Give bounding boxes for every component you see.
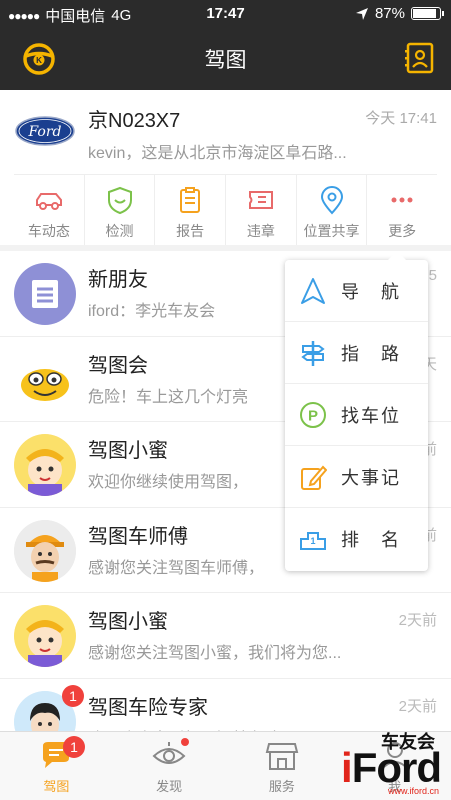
conversation-preview: 感谢您关注驾图小蜜，我们将为您... <box>88 645 342 662</box>
action-more[interactable]: 更多 <box>367 175 437 245</box>
ranking-podium-icon: 1 <box>300 532 326 550</box>
car-icon <box>35 193 62 210</box>
more-dots-icon <box>391 197 413 203</box>
action-inspection[interactable]: 检测 <box>85 175 156 245</box>
car-message: kevin，这是从北京市海淀区阜石路... <box>88 145 347 162</box>
svg-text:Ford: Ford <box>27 124 61 140</box>
new-dot <box>180 738 189 746</box>
conversation-name: 驾图小蜜 <box>88 440 168 462</box>
eye-icon <box>152 742 186 764</box>
action-car-status[interactable]: 车动态 <box>14 175 85 245</box>
menu-item-directions[interactable]: 指 路 <box>285 322 428 384</box>
conversation-name: 驾图车险专家 <box>88 696 208 719</box>
mechanic-avatar <box>14 519 76 582</box>
tab-discover[interactable]: 发现 <box>113 732 226 800</box>
conversation-time: 2天前 <box>398 612 437 629</box>
status-bar: ●●●●● 中国电信 4G 17:47 87% <box>0 0 451 28</box>
clipboard-icon <box>180 187 201 213</box>
battery-percent: 87% <box>374 5 405 22</box>
watermark-brand: iFord <box>341 744 442 791</box>
tab-jiatu[interactable]: 驾图 1 <box>0 732 113 800</box>
parking-icon: P <box>300 401 326 428</box>
conversation-time: 5 <box>428 267 437 284</box>
signpost-icon <box>301 340 325 366</box>
action-location-share[interactable]: 位置共享 <box>297 175 368 245</box>
list-item[interactable]: 驾图小蜜 2天前 感谢您关注驾图小蜜，我们将为您... <box>0 593 451 679</box>
conversation-name: 新朋友 <box>88 269 148 291</box>
menu-item-ranking[interactable]: 1 排 名 <box>285 508 428 570</box>
battery-icon <box>411 7 444 20</box>
navigation-arrow-icon <box>301 277 325 304</box>
unread-badge: 1 <box>62 684 84 707</box>
conversation-name: 驾图会 <box>88 354 148 377</box>
watermark-url: www.iford.cn <box>387 786 439 796</box>
menu-item-navigation[interactable]: 导 航 <box>285 260 428 322</box>
assistant-avatar <box>14 605 76 667</box>
assistant-avatar <box>14 434 76 496</box>
iford-watermark: 车友会 iFord www.iford.cn <box>321 728 442 798</box>
action-violation[interactable]: 违章 <box>226 175 297 245</box>
conversation-time: 2天前 <box>398 697 437 715</box>
location-arrow-icon <box>355 7 368 20</box>
svg-text:1: 1 <box>310 536 315 546</box>
top-bar: ●●●●● 中国电信 4G 17:47 87% K 驾图 <box>0 0 451 90</box>
new-friends-avatar <box>14 263 76 325</box>
menu-item-find-parking[interactable]: P 找车位 <box>285 384 428 446</box>
ford-logo: Ford <box>15 116 75 146</box>
conversation-name: 驾图车师傅 <box>88 525 188 548</box>
mascot-avatar <box>14 348 76 411</box>
page-title: 驾图 <box>204 49 247 72</box>
edit-note-icon <box>301 465 327 490</box>
location-pin-icon <box>320 186 343 215</box>
tab-badge: 1 <box>63 736 85 758</box>
action-report[interactable]: 报告 <box>155 175 227 245</box>
ticket-icon <box>248 191 273 209</box>
svg-text:P: P <box>308 407 318 424</box>
license-plate: 京N023X7 <box>88 110 181 132</box>
shield-icon <box>107 186 132 215</box>
store-icon <box>265 743 299 770</box>
car-timestamp: 今天 17:41 <box>365 110 437 127</box>
conversation-name: 驾图小蜜 <box>88 611 168 633</box>
car-actions: 车动态 检测 报告 违章 位置共享 更多 <box>14 174 437 245</box>
contacts-icon[interactable] <box>405 42 435 74</box>
more-menu: 导 航 指 路 P 找车位 大事记 1 排 名 <box>285 251 428 571</box>
menu-item-milestones[interactable]: 大事记 <box>285 446 428 508</box>
